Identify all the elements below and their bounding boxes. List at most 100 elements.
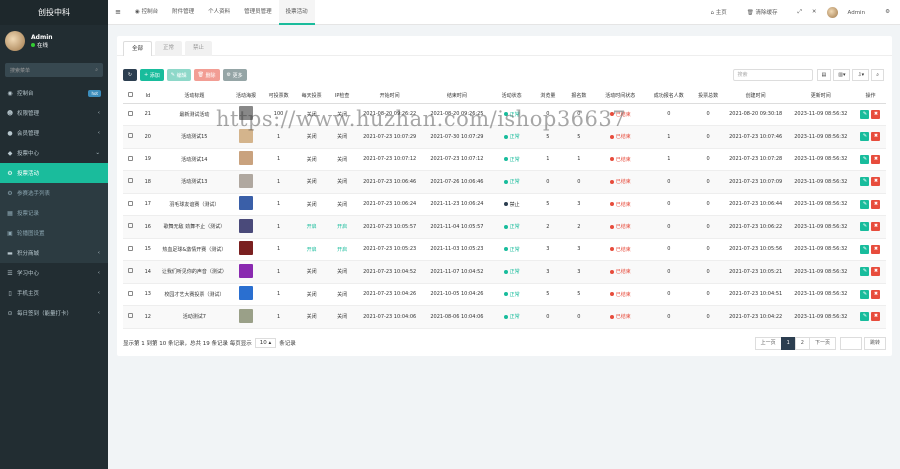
table-row[interactable]: 14 让我们听见你的声音（测试） 1 关闭 关闭 2021-07-23 10:04:52 2… [123, 260, 886, 284]
sidebar-item[interactable]: ▦ 投票记录 [0, 203, 108, 223]
edit-icon[interactable]: ✎ [860, 222, 870, 232]
delete-icon[interactable]: ✖ [871, 177, 881, 187]
column-header[interactable]: Id [137, 89, 159, 104]
sidebar-item[interactable]: ☰ 学习中心 ‹ [0, 263, 108, 283]
poster-thumbnail[interactable] [239, 241, 253, 256]
select-all-checkbox[interactable] [123, 89, 138, 104]
column-header[interactable]: 成功报名人数 [646, 89, 692, 104]
sidebar-item[interactable]: ◆ 投票中心 ⌄ [0, 143, 108, 163]
column-header[interactable]: IP检查 [327, 89, 357, 104]
sidebar-item[interactable]: ◉ 控制台 hot [0, 83, 108, 103]
edit-icon[interactable]: ✎ [860, 312, 870, 322]
page-button[interactable]: 1 [780, 336, 796, 350]
column-header[interactable]: 活动状态 [491, 89, 533, 104]
cell-poster[interactable] [230, 125, 262, 149]
cell-poster[interactable] [230, 148, 262, 171]
cell-poster[interactable] [230, 170, 262, 194]
column-header[interactable]: 创建时间 [724, 89, 787, 104]
column-header[interactable]: 活动时间状态 [594, 89, 647, 104]
sidebar-item[interactable]: ▬ 积分商城 ‹ [0, 243, 108, 263]
column-header[interactable]: 报名数 [563, 89, 595, 104]
sidebar-search-input[interactable]: 搜索菜单 [10, 67, 30, 74]
edit-icon[interactable]: ✎ [860, 199, 870, 209]
sidebar-item[interactable]: ⊙ 每日签到（能量打卡） ‹ [0, 303, 108, 323]
table-row[interactable]: 17 羽毛球友谊赛（测试） 1 关闭 关闭 2021-07-23 10:06:24 2021… [123, 193, 886, 216]
status-tab[interactable]: 正常 [155, 41, 183, 56]
cell-poster[interactable] [230, 215, 262, 239]
top-tab[interactable]: ◉ 控制台 [128, 0, 165, 25]
expand-icon[interactable]: ✕ [812, 9, 817, 15]
toggle-view-icon[interactable]: ▤ [816, 69, 832, 81]
sidebar-search[interactable]: 搜索菜单 ⌕ [5, 63, 103, 77]
table-row[interactable]: 16 歌舞无敌 劲舞不止（测试） 1 开启 开启 2021-07-23 10:05:57 2… [123, 215, 886, 239]
sidebar-item[interactable]: ▯ 手机主页 ‹ [0, 283, 108, 303]
table-search-input[interactable]: 搜索 [732, 69, 813, 81]
edit-button[interactable]: ✎ 编辑 [166, 69, 191, 81]
edit-icon[interactable]: ✎ [860, 244, 870, 254]
delete-icon[interactable]: ✖ [871, 109, 881, 119]
delete-icon[interactable]: ✖ [871, 312, 881, 322]
fullscreen-icon[interactable]: ⤢ [798, 9, 802, 16]
settings-gear-icon[interactable]: ⚙ [885, 9, 890, 15]
sidebar-item[interactable]: ⚙ 参赛选手列表 [0, 183, 108, 203]
row-checkbox[interactable] [123, 305, 138, 329]
edit-icon[interactable]: ✎ [860, 132, 870, 142]
delete-icon[interactable]: ✖ [871, 199, 881, 209]
cell-poster[interactable] [230, 305, 262, 329]
column-header[interactable]: 浏览量 [532, 89, 564, 104]
edit-icon[interactable]: ✎ [860, 154, 870, 164]
column-header[interactable]: 可投票数 [261, 89, 296, 104]
next-page-button[interactable]: 下一页 [808, 336, 836, 350]
table-row[interactable]: 15 热血足球&激情开赛（测试） 1 开启 开启 2021-07-23 10:05:23 2… [123, 238, 886, 261]
poster-thumbnail[interactable] [239, 308, 253, 323]
column-header[interactable]: 更新时间 [786, 89, 855, 104]
row-checkbox[interactable] [123, 238, 138, 261]
row-checkbox[interactable] [123, 125, 138, 149]
poster-thumbnail[interactable] [239, 286, 253, 301]
user-menu[interactable]: Admin [826, 6, 876, 18]
cell-poster[interactable] [230, 103, 262, 126]
column-header[interactable]: 结束时间 [422, 89, 491, 104]
row-checkbox[interactable] [123, 215, 138, 239]
column-header[interactable]: 每天投票 [295, 89, 328, 104]
row-checkbox[interactable] [123, 283, 138, 306]
menu-toggle-icon[interactable]: ≡ [108, 8, 128, 16]
status-tab[interactable]: 禁止 [185, 41, 213, 56]
sidebar-item[interactable]: ☻ 权限管理 ‹ [0, 103, 108, 123]
columns-icon[interactable]: ▥▾ [833, 69, 851, 81]
column-header[interactable]: 活动标题 [158, 89, 231, 104]
top-tab[interactable]: 附件管理 [165, 0, 201, 25]
home-link[interactable]: ⌂ 主页 [711, 8, 737, 16]
delete-icon[interactable]: ✖ [871, 132, 881, 142]
table-row[interactable]: 19 活动测试14 1 关闭 关闭 2021-07-23 10:07:12 2021-07-… [123, 148, 886, 171]
edit-icon[interactable]: ✎ [860, 289, 870, 299]
table-row[interactable]: 12 活动测试7 1 关闭 关闭 2021-07-23 10:04:06 2021-08-0… [123, 305, 886, 329]
top-tab[interactable]: 投票活动 [278, 0, 315, 25]
status-tab[interactable]: 全部 [123, 41, 153, 56]
cell-poster[interactable] [230, 283, 262, 306]
column-header[interactable]: 开始时间 [356, 89, 423, 104]
page-button[interactable]: 2 [794, 336, 810, 350]
column-header[interactable]: 投票总数 [691, 89, 725, 104]
poster-thumbnail[interactable] [239, 106, 253, 121]
row-checkbox[interactable] [123, 148, 138, 171]
column-header[interactable]: 操作 [854, 89, 886, 104]
delete-icon[interactable]: ✖ [871, 289, 881, 299]
cell-poster[interactable] [230, 193, 262, 216]
delete-button[interactable]: 🗑 删除 [193, 69, 220, 81]
delete-icon[interactable]: ✖ [871, 244, 881, 254]
poster-thumbnail[interactable] [239, 196, 253, 211]
sidebar-item[interactable]: ● 会员管理 ‹ [0, 123, 108, 143]
edit-icon[interactable]: ✎ [860, 267, 870, 277]
jump-button[interactable]: 跳转 [863, 336, 886, 350]
poster-thumbnail[interactable] [239, 218, 253, 233]
delete-icon[interactable]: ✖ [871, 222, 881, 232]
refresh-button[interactable]: ↻ [123, 69, 137, 81]
table-row[interactable]: 21 最新测试活动 100 关闭 关闭 2021-08-20 09:26:22 2021-0… [123, 103, 886, 126]
row-checkbox[interactable] [123, 103, 138, 126]
more-button[interactable]: ⚙ 更多 [222, 69, 247, 81]
table-row[interactable]: 13 校园才艺大赛投票（测试） 1 关闭 关闭 2021-07-23 10:04:26 20… [123, 283, 886, 306]
sidebar-item[interactable]: ⚙ 投票活动 [0, 163, 108, 183]
cell-poster[interactable] [230, 260, 262, 284]
poster-thumbnail[interactable] [239, 173, 253, 188]
